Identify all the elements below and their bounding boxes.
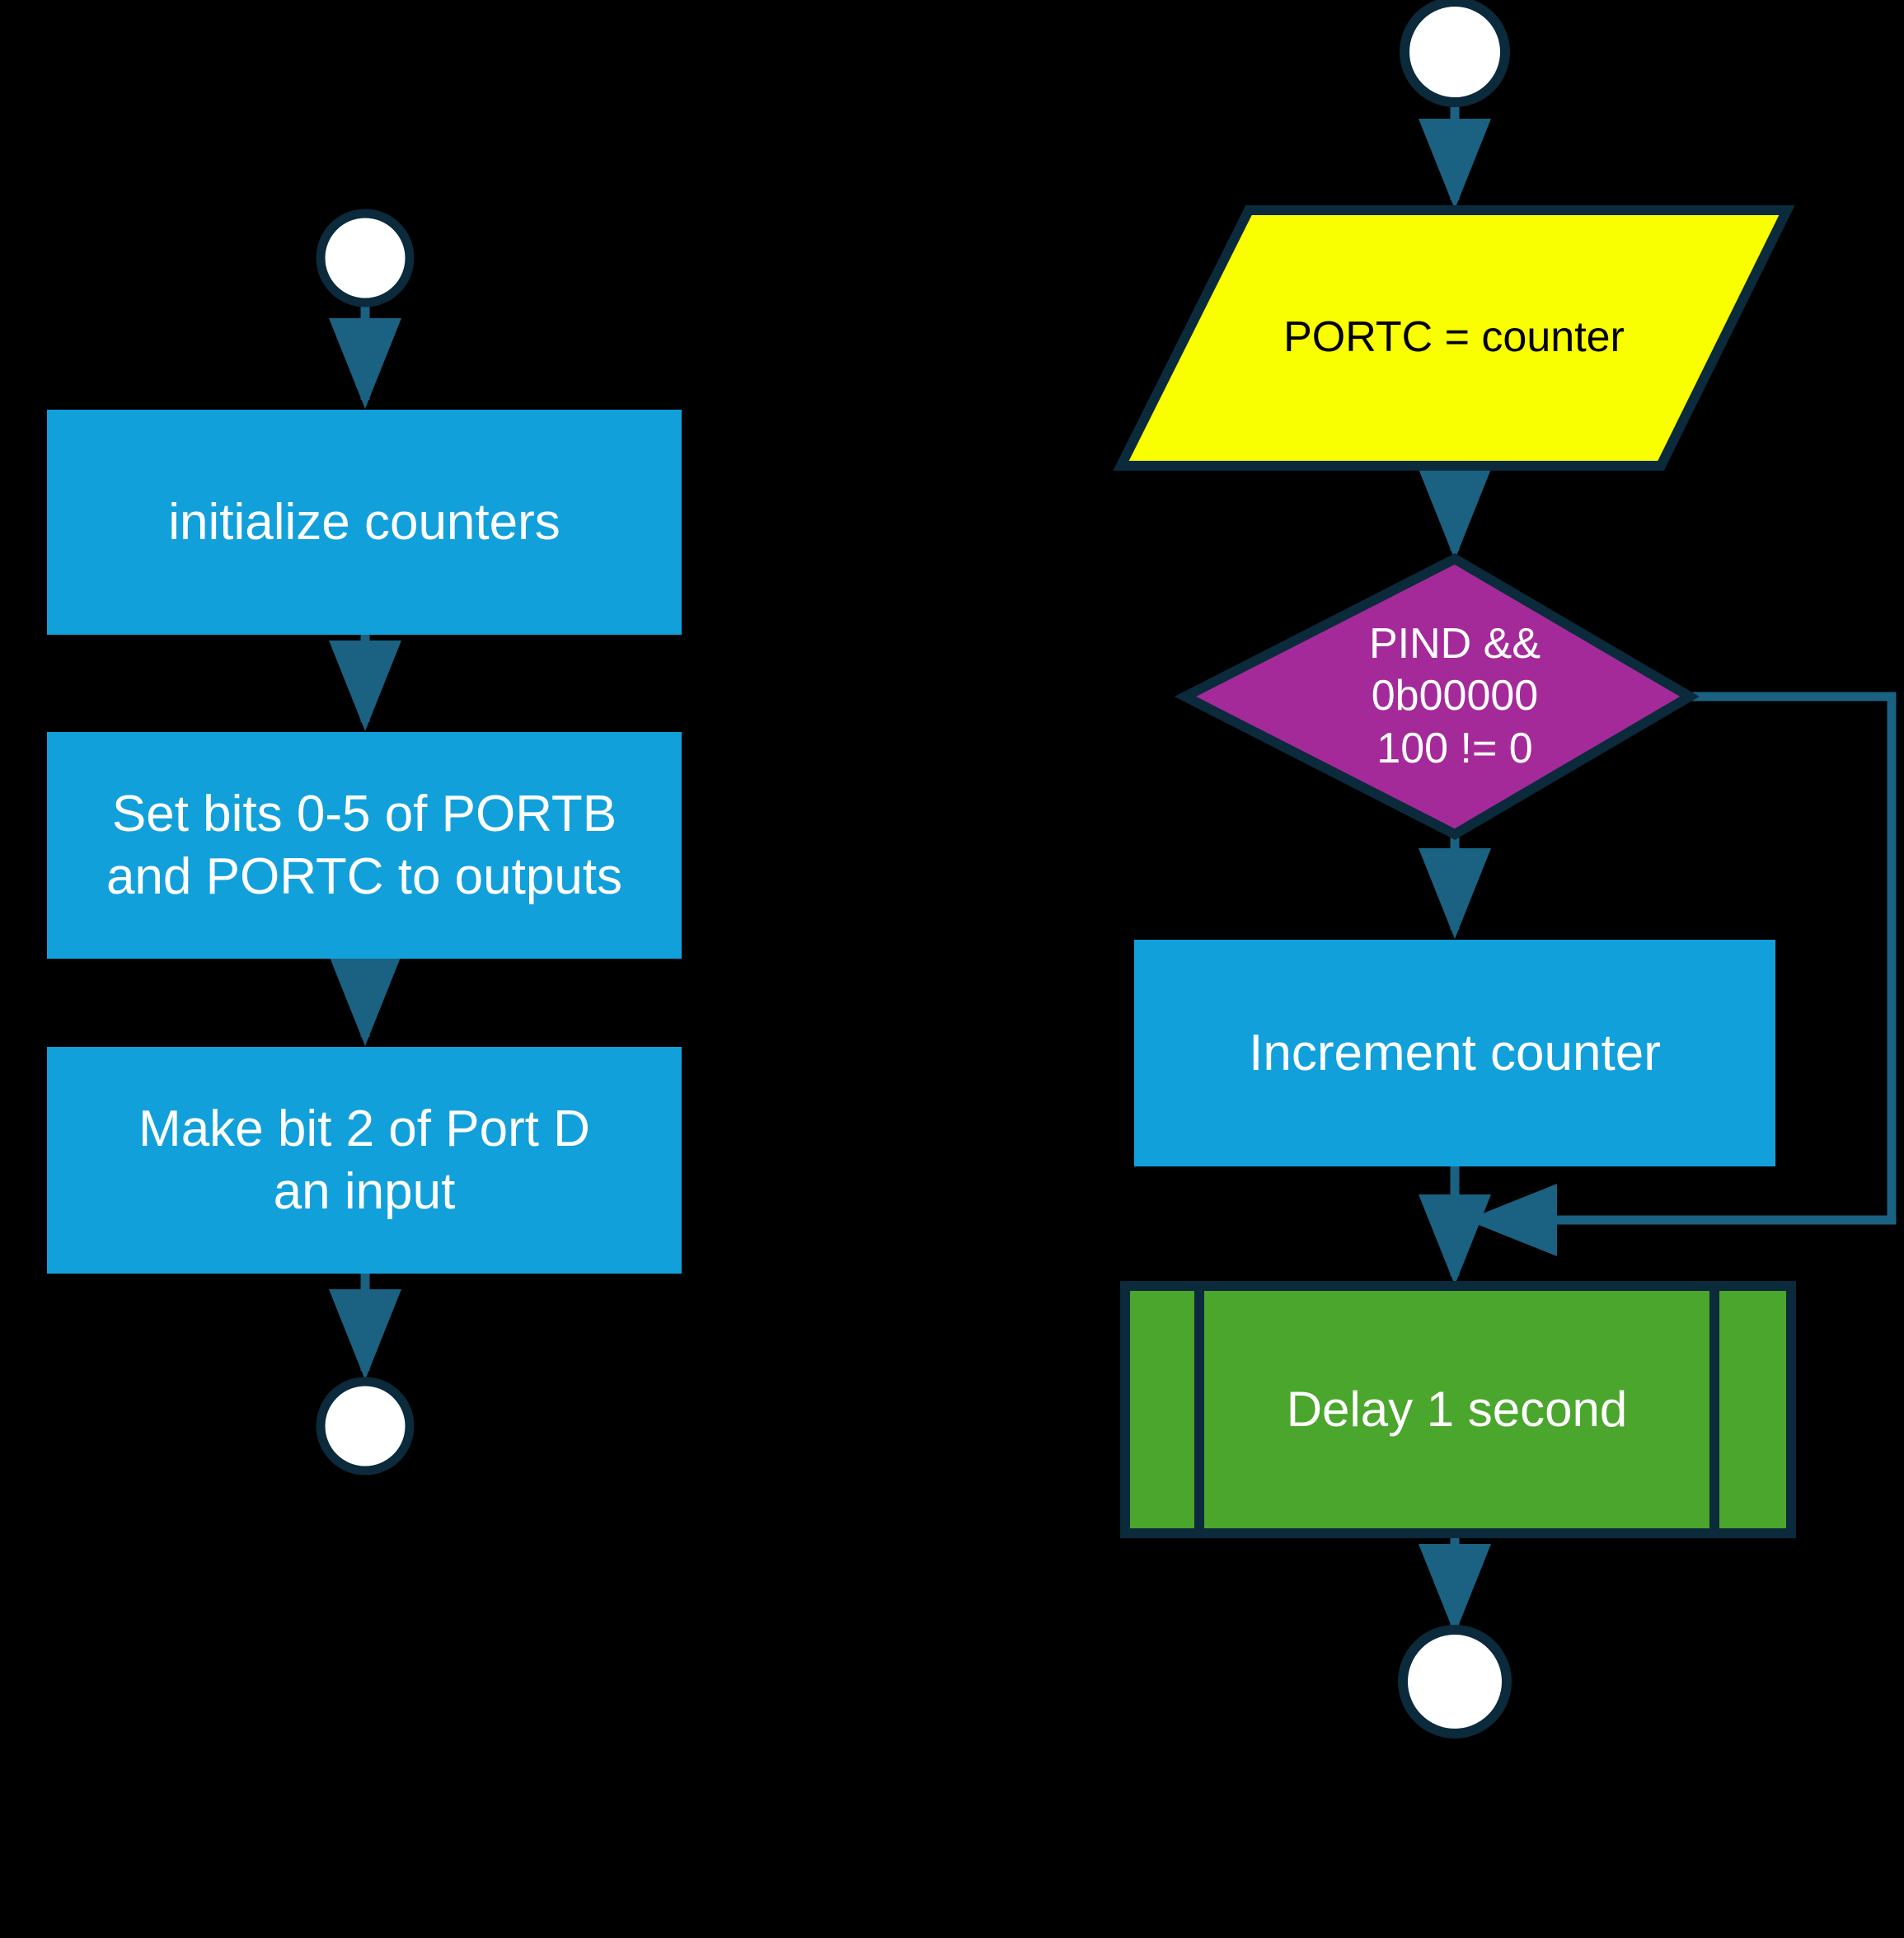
flowchart-shapes-layer	[47, 0, 1897, 1739]
node-delay-one-second[interactable]	[1120, 1281, 1796, 1538]
node-start-setup[interactable]	[316, 209, 415, 307]
node-end-loop[interactable]	[1398, 1625, 1512, 1739]
node-start-loop[interactable]	[1400, 0, 1510, 107]
node-make-input[interactable]	[47, 1047, 682, 1274]
node-increment-counter[interactable]	[1134, 940, 1775, 1166]
node-portc-assign[interactable]	[1113, 205, 1795, 471]
node-end-setup[interactable]	[316, 1377, 415, 1476]
node-init-counters[interactable]	[47, 410, 682, 635]
flowchart-canvas: initialize counters Set bits 0-5 of PORT…	[0, 0, 1904, 1938]
node-pind-check[interactable]	[1174, 553, 1700, 840]
node-set-outputs[interactable]	[47, 732, 682, 959]
